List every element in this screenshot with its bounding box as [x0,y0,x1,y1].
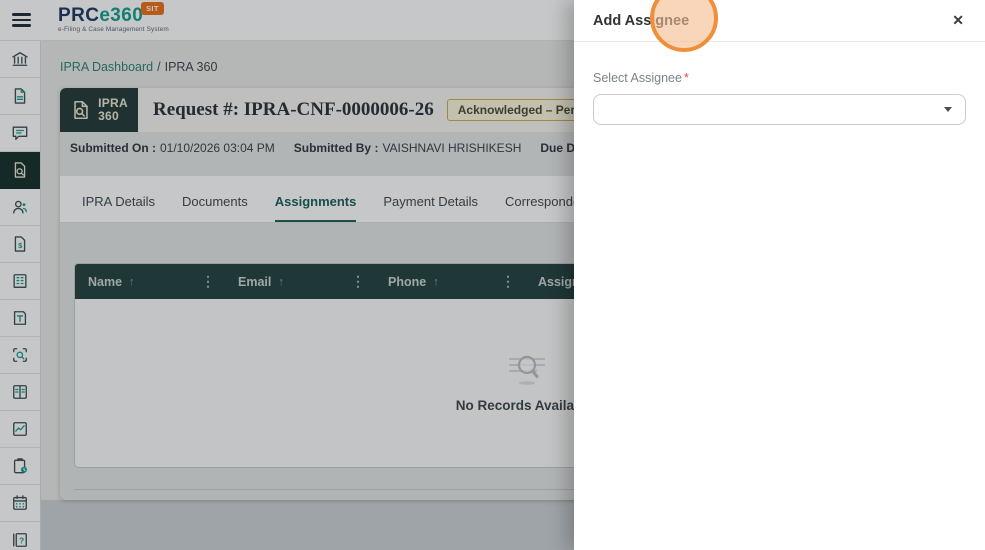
drawer-title: Add Assignee [593,12,690,29]
assignee-field-label: Select Assignee * [593,71,966,85]
chevron-down-icon [944,107,952,112]
field-label-text: Select Assignee [593,71,682,85]
assignee-select[interactable] [593,94,966,125]
drawer-header: Add Assignee ✕ [574,0,985,42]
drawer-body: Select Assignee * [574,42,985,125]
add-assignee-drawer: Add Assignee ✕ Select Assignee * [574,0,985,550]
required-marker: * [683,71,689,85]
close-icon[interactable]: ✕ [952,12,964,29]
